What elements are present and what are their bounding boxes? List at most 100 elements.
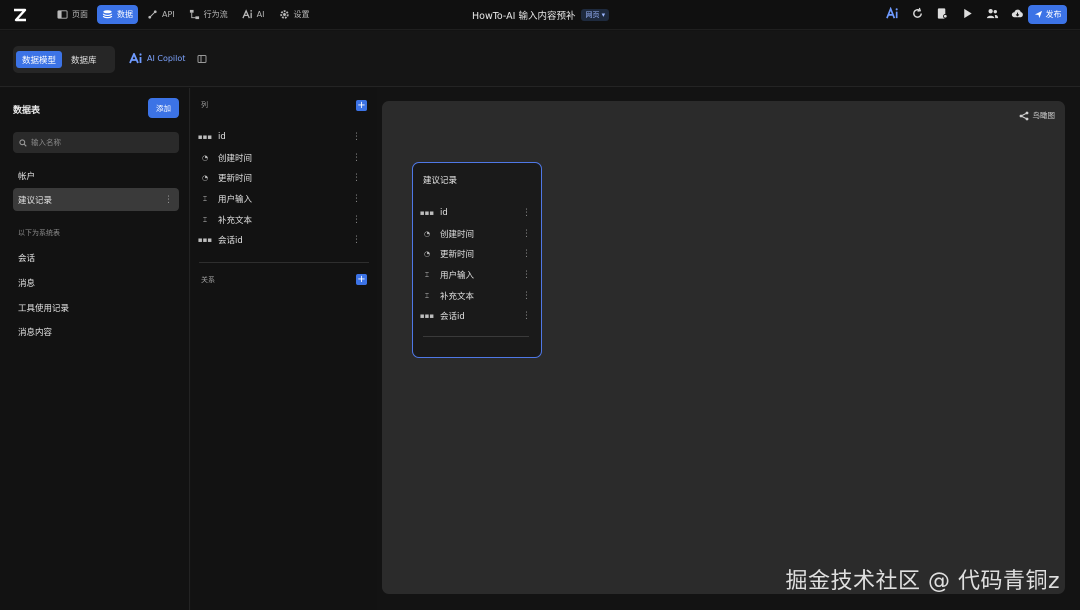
divider [199, 262, 369, 263]
watermark: 掘金技术社区 @ 代码青铜z [785, 569, 1060, 594]
column-name: 创建时间 [218, 154, 253, 164]
text-icon: ⌶ [424, 291, 430, 300]
app-title-text: HowTo-AI 输入内容预补 [472, 11, 576, 22]
publish-label: 发布 [1045, 10, 1062, 19]
publish-button[interactable]: 发布 [1028, 5, 1067, 24]
top-bar: 页面 数据 API 行为流 AI 设置 HowTo-AI 输入内容预补 网页 ▾ [0, 0, 1080, 30]
nav-label: 页面 [72, 10, 88, 19]
time-icon: ◔ [423, 230, 431, 238]
column-row[interactable]: ◔ 创建时间 ⋮ [199, 148, 369, 168]
relations-header: 关系 [201, 276, 215, 284]
toggle-panel-icon[interactable] [197, 54, 207, 64]
more-options-icon[interactable]: ⋮ [352, 153, 361, 163]
more-options-icon[interactable]: ⋮ [352, 235, 361, 245]
add-table-button[interactable]: 添加 [148, 98, 179, 118]
table-item-message[interactable]: 消息 [13, 271, 179, 294]
view-switcher: 数据模型 数据库 [13, 46, 115, 73]
card-column-row[interactable]: ▪▪▪ 会话id ⋮ [420, 306, 535, 326]
column-name: 补充文本 [218, 216, 253, 226]
card-column-row[interactable]: ◔ 更新时间 ⋮ [421, 244, 535, 264]
nav-label: API [162, 10, 175, 19]
table-item-account[interactable]: 帐户 [13, 164, 179, 187]
more-options-icon[interactable]: ⋮ [522, 291, 531, 301]
id-icon: ▪▪▪ [419, 209, 435, 217]
id-icon: ▪▪▪ [197, 236, 213, 244]
table-search-input[interactable] [31, 138, 171, 147]
ai-assistant-icon[interactable] [886, 7, 899, 20]
refresh-icon[interactable] [911, 7, 924, 20]
table-item-message-content[interactable]: 消息内容 [13, 320, 179, 343]
nav-label: 数据 [117, 10, 133, 19]
column-name: 更新时间 [218, 174, 253, 184]
card-column-row[interactable]: ▪▪▪ id ⋮ [419, 203, 535, 223]
bird-view-button[interactable]: 鸟瞰图 [1019, 110, 1056, 121]
diagram-canvas[interactable]: 鸟瞰图 建议记录 ▪▪▪ id ⋮ ◔ 创建时间 ⋮ ◔ 更新时间 ⋮ ⌶ 用户… [382, 101, 1065, 594]
more-options-icon[interactable]: ⋮ [522, 311, 531, 321]
document-settings-icon[interactable] [936, 7, 949, 20]
api-icon [148, 10, 157, 19]
card-divider [423, 336, 529, 337]
column-row[interactable]: ◔ 更新时间 ⋮ [199, 168, 369, 188]
right-toolbar [886, 7, 1024, 20]
more-options-icon[interactable]: ⋮ [352, 173, 361, 183]
time-icon: ◔ [201, 174, 209, 182]
bird-view-label: 鸟瞰图 [1032, 111, 1056, 120]
nav-label: 设置 [293, 10, 310, 19]
time-icon: ◔ [201, 154, 209, 162]
add-relation-button[interactable]: + [356, 274, 367, 285]
gear-icon [279, 10, 289, 19]
ai-icon [241, 9, 252, 19]
table-item-suggestion-records[interactable]: 建议记录 ⋮ [13, 188, 179, 211]
column-row[interactable]: ▪▪▪ id ⋮ [197, 127, 369, 147]
text-icon: ⌶ [202, 194, 208, 203]
more-options-icon[interactable]: ⋮ [352, 194, 361, 204]
nav-item-api[interactable]: API [142, 5, 180, 24]
send-icon [1034, 10, 1042, 19]
ai-copilot-icon [129, 53, 142, 64]
id-icon: ▪▪▪ [197, 133, 213, 141]
card-column-row[interactable]: ⌶ 用户输入 ⋮ [421, 265, 535, 285]
page-icon [57, 10, 68, 19]
column-row[interactable]: ⌶ 补充文本 ⋮ [199, 210, 369, 230]
tab-data-model[interactable]: 数据模型 [16, 51, 63, 68]
nav-item-ai[interactable]: AI [237, 5, 270, 24]
column-name: 更新时间 [440, 250, 475, 260]
more-options-icon[interactable]: ⋮ [522, 229, 531, 239]
app-logo[interactable] [11, 6, 29, 24]
table-card[interactable]: 建议记录 ▪▪▪ id ⋮ ◔ 创建时间 ⋮ ◔ 更新时间 ⋮ ⌶ 用户输入 ⋮… [412, 162, 542, 358]
nav-label: 行为流 [203, 10, 228, 19]
cloud-icon[interactable] [1011, 7, 1024, 20]
nav-item-page[interactable]: 页面 [52, 5, 93, 24]
table-item-tool-usage[interactable]: 工具使用记录 [13, 296, 179, 319]
more-options-icon[interactable]: ⋮ [164, 195, 173, 205]
more-options-icon[interactable]: ⋮ [522, 270, 531, 280]
users-icon[interactable] [986, 7, 999, 20]
more-options-icon[interactable]: ⋮ [352, 132, 361, 142]
more-options-icon[interactable]: ⋮ [522, 208, 531, 218]
more-options-icon[interactable]: ⋮ [522, 249, 531, 259]
column-row[interactable]: ▪▪▪ 会话id ⋮ [197, 230, 369, 250]
add-column-button[interactable]: + [356, 100, 367, 111]
column-name: 会话id [218, 236, 243, 246]
text-icon: ⌶ [202, 215, 208, 224]
columns-header: 列 [201, 101, 208, 109]
nav-item-flow[interactable]: 行为流 [184, 5, 233, 24]
ai-copilot-button[interactable]: AI Copilot [129, 53, 185, 64]
more-options-icon[interactable]: ⋮ [352, 215, 361, 225]
main-nav: 页面 数据 API 行为流 AI 设置 [52, 5, 315, 24]
tab-database[interactable]: 数据库 [65, 51, 103, 68]
play-icon[interactable] [961, 7, 974, 20]
card-column-row[interactable]: ⌶ 补充文本 ⋮ [421, 286, 535, 306]
app-title: HowTo-AI 输入内容预补 网页 ▾ [472, 8, 610, 22]
nav-item-settings[interactable]: 设置 [274, 5, 315, 24]
table-item-session[interactable]: 会话 [13, 246, 179, 269]
platform-badge[interactable]: 网页 ▾ [581, 9, 610, 21]
share-nodes-icon [1019, 111, 1028, 120]
table-sidebar: 数据表 添加 帐户 建议记录 ⋮ 以下为系统表 会话 消息 工具使用记录 消息内… [0, 88, 190, 610]
text-icon: ⌶ [424, 270, 430, 279]
nav-item-data[interactable]: 数据 [97, 5, 138, 24]
system-tables-label: 以下为系统表 [18, 229, 60, 237]
column-row[interactable]: ⌶ 用户输入 ⋮ [199, 189, 369, 209]
column-name: id [440, 208, 448, 218]
card-column-row[interactable]: ◔ 创建时间 ⋮ [421, 224, 535, 244]
